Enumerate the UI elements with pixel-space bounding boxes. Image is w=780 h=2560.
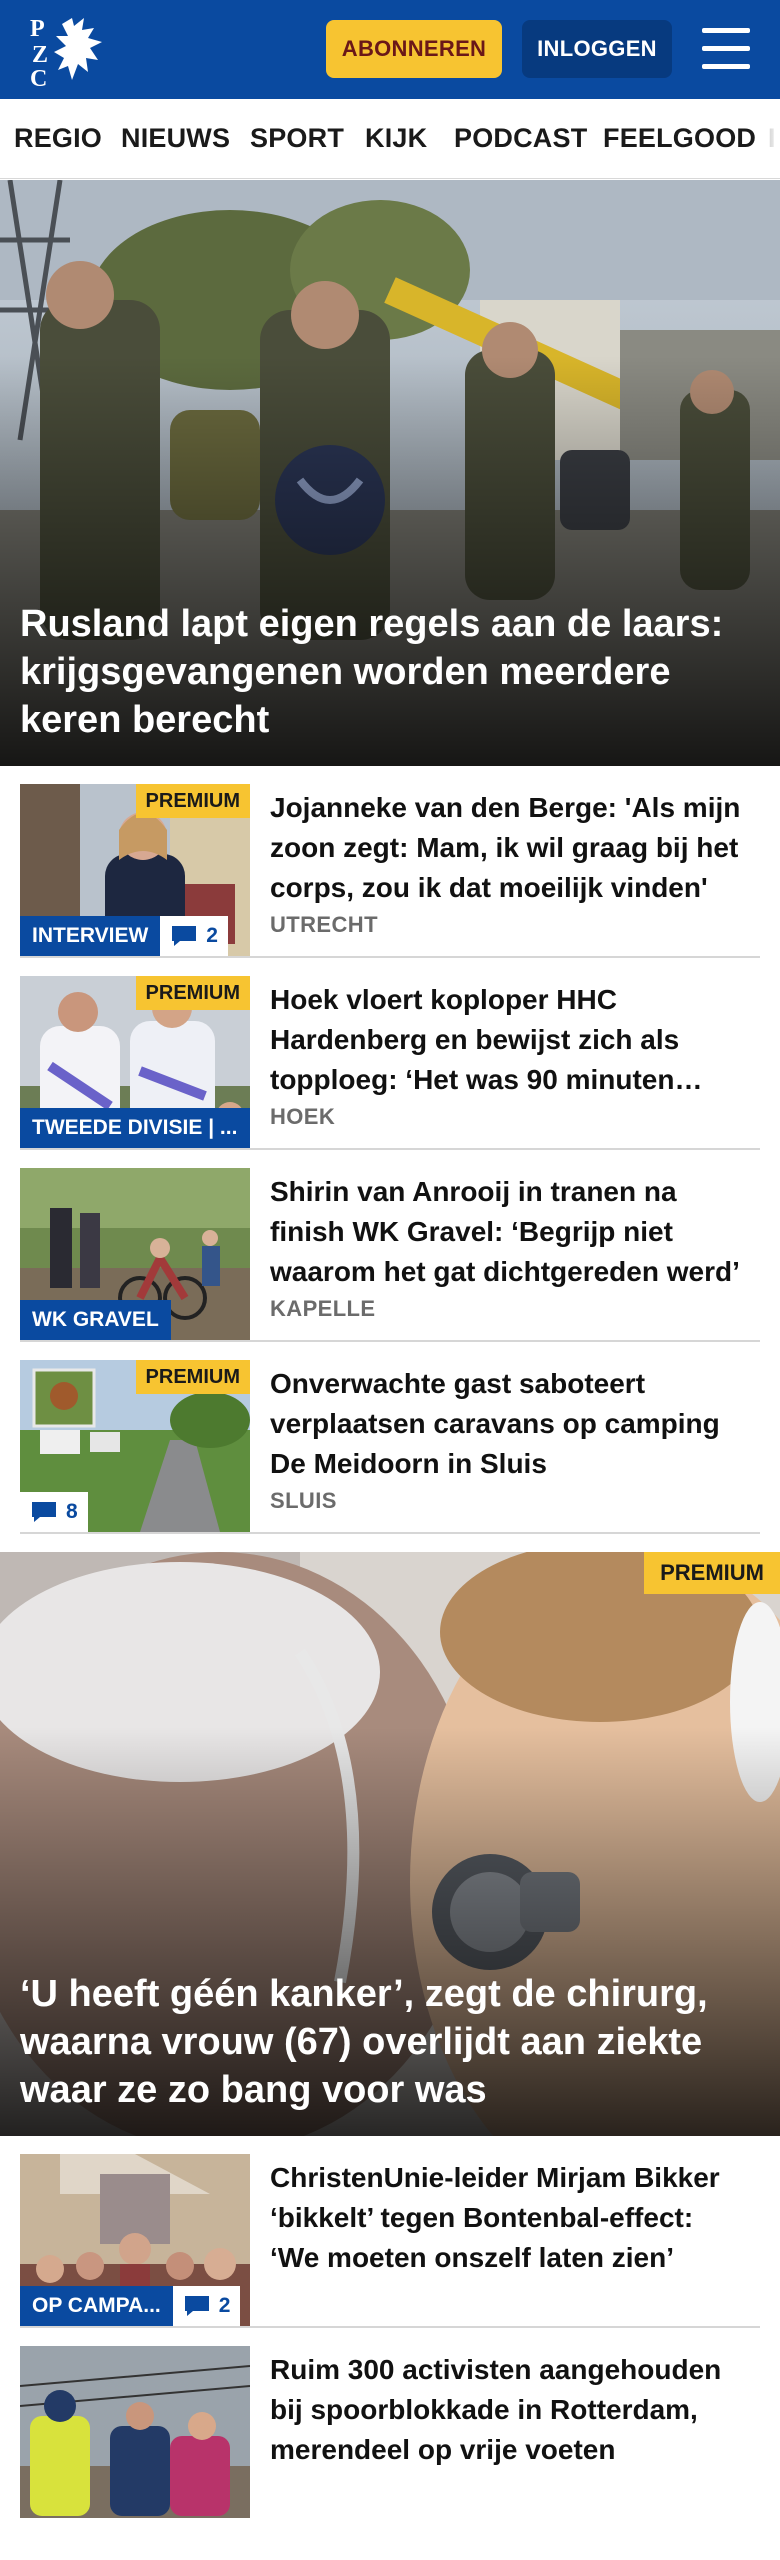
nav-fade — [762, 99, 780, 178]
pzc-logo[interactable]: P Z C — [28, 12, 112, 92]
nav-item-nieuws[interactable]: NIEUWS — [121, 123, 230, 154]
article-location: HOEK — [270, 1104, 336, 1129]
hamburger-menu-icon[interactable] — [698, 24, 754, 74]
article-title[interactable]: Hoek vloert koploper HHC Hardenberg en b… — [270, 980, 750, 1100]
comment-count-value: 2 — [206, 924, 218, 947]
section-nav: REGIO NIEUWS SPORT KIJK PODCAST FEELGOOD… — [0, 99, 780, 179]
category-tag: WK GRAVEL — [20, 1300, 171, 1340]
tag-bar: WK GRAVEL — [20, 1300, 171, 1340]
article-location: UTRECHT — [270, 912, 378, 937]
article-location: SLUIS — [270, 1488, 337, 1513]
login-button[interactable]: INLOGGEN — [522, 20, 672, 78]
article-title[interactable]: Ruim 300 activisten aangehou­den bij spo… — [270, 2350, 750, 2470]
comment-count[interactable]: 2 — [172, 2286, 241, 2326]
article-title[interactable]: Shirin van Anrooij in tranen na finish W… — [270, 1172, 750, 1292]
svg-text:C: C — [30, 66, 47, 88]
site-header: P Z C ABONNEREN INLOGGEN — [0, 0, 780, 99]
category-tag: OP CAMPA... — [20, 2286, 173, 2326]
comment-count[interactable]: 2 — [160, 916, 228, 956]
list-item[interactable]: Ruim 300 activisten aangehou­den bij spo… — [20, 2328, 760, 2560]
premium-badge: PREMIUM — [135, 784, 250, 818]
article-location: KAPELLE — [270, 1296, 376, 1321]
comment-icon — [32, 1502, 56, 1522]
article-thumbnail: PREMIUM INTERVIEW 2 — [20, 784, 250, 956]
nav-item-podcast[interactable]: PODCAST — [454, 123, 587, 154]
premium-badge: PREMIUM — [135, 976, 250, 1010]
article-title[interactable]: Jojanneke van den Berge: 'Als mijn zoon … — [270, 788, 750, 908]
hero-title[interactable]: ‘U heeft géén kanker’, zegt de chirurg, … — [20, 1970, 760, 2114]
tag-bar: 8 — [20, 1492, 88, 1532]
tag-bar: OP CAMPA... 2 — [20, 2286, 241, 2326]
list-item[interactable]: PREMIUM 8 Onverwachte gast saboteert ver… — [20, 1342, 760, 1534]
hero-article-1[interactable]: Rusland lapt eigen regels aan de laars: … — [0, 180, 780, 766]
article-thumbnail: OP CAMPA... 2 — [20, 2154, 250, 2326]
list-item[interactable]: PREMIUM INTERVIEW 2 Jojanneke van den Be… — [20, 766, 760, 958]
svg-text:P: P — [30, 16, 45, 42]
comment-icon — [172, 926, 197, 946]
article-thumbnail: PREMIUM TWEEDE DIVISIE | ... — [20, 976, 250, 1148]
article-thumbnail — [20, 2346, 250, 2518]
premium-badge: PREMIUM — [644, 1552, 780, 1594]
tag-bar: TWEEDE DIVISIE | ... — [20, 1108, 250, 1148]
article-title[interactable]: Onverwachte gast saboteert verplaatsen c… — [270, 1364, 750, 1484]
category-tag: TWEEDE DIVISIE | ... — [20, 1108, 250, 1148]
article-thumbnail: WK GRAVEL — [20, 1168, 250, 1340]
list-item[interactable]: OP CAMPA... 2 ChristenUnie-leider Mirjam… — [20, 2136, 760, 2328]
comment-count-value: 2 — [218, 2294, 231, 2317]
article-title[interactable]: ChristenUnie-leider Mirjam Bikker ‘bikke… — [270, 2158, 750, 2278]
premium-badge: PREMIUM — [135, 1360, 250, 1394]
comment-icon — [184, 2296, 209, 2316]
nav-item-feelgood[interactable]: FEELGOOD — [603, 123, 756, 154]
comment-count-value: 8 — [66, 1500, 78, 1523]
article-thumbnail: PREMIUM 8 — [20, 1360, 250, 1532]
nav-item-regio[interactable]: REGIO — [14, 123, 102, 154]
tag-bar: INTERVIEW 2 — [20, 916, 228, 956]
svg-text:Z: Z — [32, 42, 48, 68]
category-tag: INTERVIEW — [20, 916, 161, 956]
hero-title[interactable]: Rusland lapt eigen regels aan de laars: … — [20, 600, 760, 744]
list-item[interactable]: PREMIUM TWEEDE DIVISIE | ... Hoek vloert… — [20, 958, 760, 1150]
comment-count[interactable]: 8 — [20, 1492, 88, 1532]
subscribe-button[interactable]: ABONNEREN — [326, 20, 502, 78]
nav-item-kijk[interactable]: KIJK — [365, 123, 427, 154]
list-item[interactable]: WK GRAVEL Shirin van Anrooij in tranen n… — [20, 1150, 760, 1342]
nav-item-sport[interactable]: SPORT — [250, 123, 344, 154]
hero-article-2[interactable]: PREMIUM ‘U heeft géén kanker’, zegt de c… — [0, 1552, 780, 2136]
